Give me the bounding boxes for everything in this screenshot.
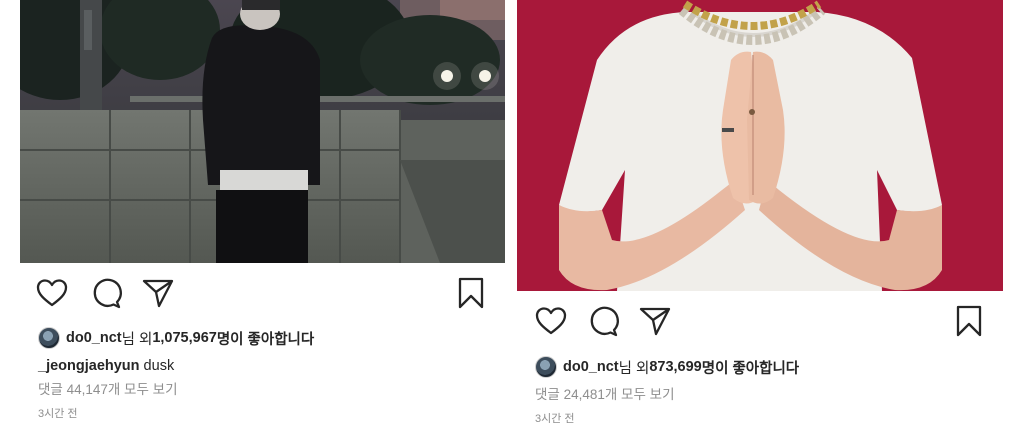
post-timestamp: 3시간 전 <box>535 413 575 425</box>
view-all-comments-link[interactable]: 댓글 24,481개 모두 보기 <box>535 385 993 405</box>
likes-suffix: 명이 좋아합니다 <box>701 360 800 377</box>
caption-text: dusk <box>139 358 175 374</box>
comments-count: 24,481 <box>563 387 605 402</box>
likes-summary[interactable]: do0_nct 님 외 873,699 명이 좋아합니다 <box>535 355 993 379</box>
view-all-comments-link[interactable]: 댓글 44,147개 모두 보기 <box>38 380 495 400</box>
avatar[interactable] <box>38 327 60 349</box>
comments-count: 44,147 <box>66 382 108 397</box>
likes-prefix: 님 외 <box>618 360 650 377</box>
heart-icon[interactable] <box>533 303 569 339</box>
hands-photo-image <box>517 0 1003 291</box>
liked-by-username[interactable]: do0_nct <box>563 359 619 375</box>
heart-icon[interactable] <box>34 275 70 311</box>
comments-suffix: 개 모두 보기 <box>604 387 675 402</box>
avatar[interactable] <box>535 356 557 378</box>
likes-suffix: 명이 좋아합니다 <box>216 331 315 348</box>
share-icon[interactable] <box>637 303 673 339</box>
comment-icon[interactable] <box>88 275 124 311</box>
likes-summary[interactable]: do0_nct 님 외 1,075,967 명이 좋아합니다 <box>38 326 495 350</box>
bookmark-icon[interactable] <box>951 303 987 339</box>
liked-by-username[interactable]: do0_nct <box>66 330 122 346</box>
caption-username[interactable]: _jeongjaehyun <box>38 358 140 374</box>
comments-prefix: 댓글 <box>535 387 564 402</box>
bookmark-icon[interactable] <box>453 275 489 311</box>
likes-prefix: 님 외 <box>121 331 153 348</box>
post-timestamp: 3시간 전 <box>38 408 78 420</box>
night-photo-image <box>20 0 505 263</box>
comments-suffix: 개 모두 보기 <box>107 382 178 397</box>
likes-count[interactable]: 1,075,967 <box>152 330 217 346</box>
share-icon[interactable] <box>140 275 176 311</box>
action-bar <box>517 303 1003 343</box>
post-photo-night[interactable] <box>20 0 505 263</box>
likes-count[interactable]: 873,699 <box>649 359 701 375</box>
caption: _jeongjaehyun dusk <box>38 356 495 376</box>
post-meta: do0_nct 님 외 1,075,967 명이 좋아합니다 _jeongjae… <box>38 326 495 422</box>
action-bar <box>20 275 505 315</box>
post-photo-hands[interactable] <box>517 0 1003 291</box>
post-meta: do0_nct 님 외 873,699 명이 좋아합니다 댓글 24,481개 … <box>535 355 993 427</box>
comments-prefix: 댓글 <box>38 382 67 397</box>
post-left: do0_nct 님 외 1,075,967 명이 좋아합니다 _jeongjae… <box>20 0 505 443</box>
post-right: do0_nct 님 외 873,699 명이 좋아합니다 댓글 24,481개 … <box>517 0 1003 443</box>
comment-icon[interactable] <box>585 303 621 339</box>
